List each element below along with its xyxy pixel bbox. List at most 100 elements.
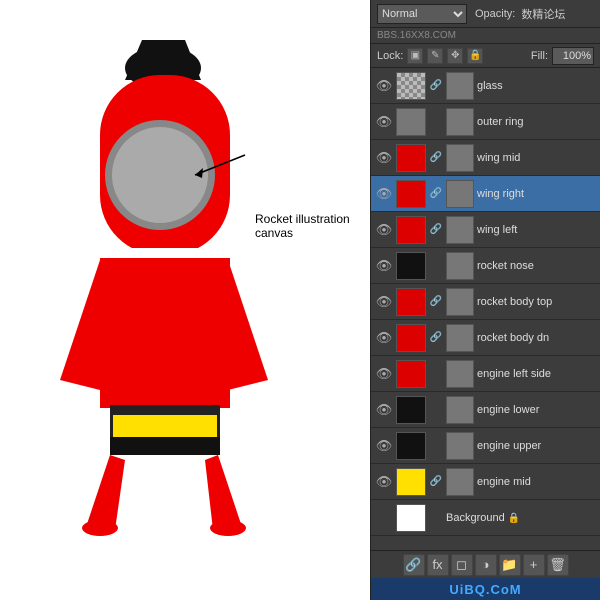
delete-layer-button[interactable]: 🗑 <box>547 554 569 576</box>
layer-thumbnail-main <box>396 144 426 172</box>
eye-visibility-icon[interactable]: 👁 <box>375 293 393 311</box>
panel-bottom-bar: 🔗 fx ◻ ◑ 📁 + 🗑 <box>371 550 600 578</box>
layer-link-icon[interactable] <box>429 367 443 381</box>
layer-name-label: rocket body dn <box>477 332 596 344</box>
lock-row: Lock: ▣ ✎ ✥ 🔒 Fill: <box>371 44 600 68</box>
layer-link-icon[interactable] <box>429 511 443 525</box>
opacity-label: Opacity: <box>475 8 515 20</box>
layer-name-label: rocket nose <box>477 260 596 272</box>
fx-button[interactable]: fx <box>427 554 449 576</box>
eye-visibility-icon[interactable]: 👁 <box>375 113 393 131</box>
eye-visibility-icon[interactable] <box>375 509 393 527</box>
canvas-area: Rocket illustration canvas <box>0 0 370 600</box>
panel-top-bar: NormalDissolveMultiplyScreenOverlaySoft … <box>371 0 600 28</box>
watermark-bar: UiBQ.CoM <box>371 578 600 600</box>
layer-thumbnail-mask <box>446 360 474 388</box>
layer-thumbnail-mask <box>446 468 474 496</box>
layer-row[interactable]: 👁 🔗 wing mid <box>371 140 600 176</box>
eye-visibility-icon[interactable]: 👁 <box>375 473 393 491</box>
layer-link-icon[interactable]: 🔗 <box>429 295 443 309</box>
layer-thumbnail-mask <box>446 216 474 244</box>
eye-visibility-icon[interactable]: 👁 <box>375 149 393 167</box>
layer-thumbnail-main <box>396 396 426 424</box>
layer-thumbnail-main <box>396 180 426 208</box>
layers-list: 👁 🔗 glass 👁 outer ring 👁 🔗 wing mid 👁 🔗 wing right… <box>371 68 600 550</box>
layer-row[interactable]: 👁 🔗 glass <box>371 68 600 104</box>
layer-link-icon[interactable]: 🔗 <box>429 187 443 201</box>
layer-thumbnail-mask <box>446 180 474 208</box>
layer-row[interactable]: 👁 rocket nose <box>371 248 600 284</box>
layer-thumbnail-mask <box>446 324 474 352</box>
eye-visibility-icon[interactable]: 👁 <box>375 221 393 239</box>
rocket-svg <box>0 0 370 600</box>
layer-name-label: engine upper <box>477 440 596 452</box>
layer-link-icon[interactable] <box>429 259 443 273</box>
layer-thumbnail-mask <box>446 432 474 460</box>
eye-visibility-icon[interactable]: 👁 <box>375 329 393 347</box>
lock-checkerboard-icon[interactable]: ▣ <box>407 48 423 64</box>
layer-row[interactable]: 👁 🔗 rocket body top <box>371 284 600 320</box>
eye-visibility-icon[interactable]: 👁 <box>375 257 393 275</box>
layer-thumbnail-mask <box>446 288 474 316</box>
lock-all-icon[interactable]: 🔒 <box>467 48 483 64</box>
layer-name-label: engine mid <box>477 476 596 488</box>
layer-name-label: engine left side <box>477 368 596 380</box>
layer-name-label: wing mid <box>477 152 596 164</box>
layer-name-label: wing right <box>477 188 596 200</box>
layer-row[interactable]: 👁 🔗 wing left <box>371 212 600 248</box>
layer-link-icon[interactable]: 🔗 <box>429 151 443 165</box>
fill-input[interactable] <box>552 47 594 65</box>
layer-link-icon[interactable]: 🔗 <box>429 223 443 237</box>
layer-thumbnail-main <box>396 468 426 496</box>
blend-mode-select[interactable]: NormalDissolveMultiplyScreenOverlaySoft … <box>377 4 467 24</box>
adjustment-button[interactable]: ◑ <box>475 554 497 576</box>
layer-row[interactable]: 👁 engine lower <box>371 392 600 428</box>
lock-move-icon[interactable]: ✥ <box>447 48 463 64</box>
layer-thumbnail-main <box>396 432 426 460</box>
lock-label: Lock: <box>377 50 403 62</box>
link-layers-button[interactable]: 🔗 <box>403 554 425 576</box>
new-layer-button[interactable]: + <box>523 554 545 576</box>
layer-thumbnail-main <box>396 288 426 316</box>
layer-thumbnail-main <box>396 72 426 100</box>
layer-link-icon[interactable]: 🔗 <box>429 79 443 93</box>
site-label: BBS.16XX8.COM <box>377 30 456 41</box>
layer-row[interactable]: 👁 outer ring <box>371 104 600 140</box>
fill-label: Fill: <box>531 50 548 62</box>
eye-visibility-icon[interactable]: 👁 <box>375 401 393 419</box>
layer-row[interactable]: Background 🔒 <box>371 500 600 536</box>
layer-name-label: outer ring <box>477 116 596 128</box>
opacity-note: 数精论坛 <box>521 6 565 22</box>
layer-thumbnail-main <box>396 216 426 244</box>
eye-visibility-icon[interactable]: 👁 <box>375 365 393 383</box>
layer-row[interactable]: 👁 🔗 engine mid <box>371 464 600 500</box>
layer-name-label: rocket body top <box>477 296 596 308</box>
layer-thumbnail-main <box>396 252 426 280</box>
layer-link-icon[interactable]: 🔗 <box>429 331 443 345</box>
layer-link-icon[interactable] <box>429 403 443 417</box>
layer-link-icon[interactable]: 🔗 <box>429 475 443 489</box>
layer-thumbnail-main <box>396 108 426 136</box>
layer-thumbnail-mask <box>446 144 474 172</box>
layer-row[interactable]: 👁 🔗 rocket body dn <box>371 320 600 356</box>
lock-pencil-icon[interactable]: ✎ <box>427 48 443 64</box>
layer-thumbnail-main <box>396 504 426 532</box>
layer-thumbnail-mask <box>446 252 474 280</box>
layer-name-label: wing left <box>477 224 596 236</box>
eye-visibility-icon[interactable]: 👁 <box>375 77 393 95</box>
layer-thumbnail-main <box>396 360 426 388</box>
layer-row[interactable]: 👁 🔗 wing right <box>371 176 600 212</box>
eye-visibility-icon[interactable]: 👁 <box>375 437 393 455</box>
layer-link-icon[interactable] <box>429 115 443 129</box>
group-button[interactable]: 📁 <box>499 554 521 576</box>
eye-visibility-icon[interactable]: 👁 <box>375 185 393 203</box>
layers-panel: NormalDissolveMultiplyScreenOverlaySoft … <box>370 0 600 600</box>
mask-button[interactable]: ◻ <box>451 554 473 576</box>
layer-row[interactable]: 👁 engine left side <box>371 356 600 392</box>
layer-thumbnail-mask <box>446 108 474 136</box>
wing-annotation: Rocket illustration canvas <box>255 212 370 240</box>
layer-name-label: engine lower <box>477 404 596 416</box>
layer-link-icon[interactable] <box>429 439 443 453</box>
layer-row[interactable]: 👁 engine upper <box>371 428 600 464</box>
layer-name-label: glass <box>477 80 596 92</box>
